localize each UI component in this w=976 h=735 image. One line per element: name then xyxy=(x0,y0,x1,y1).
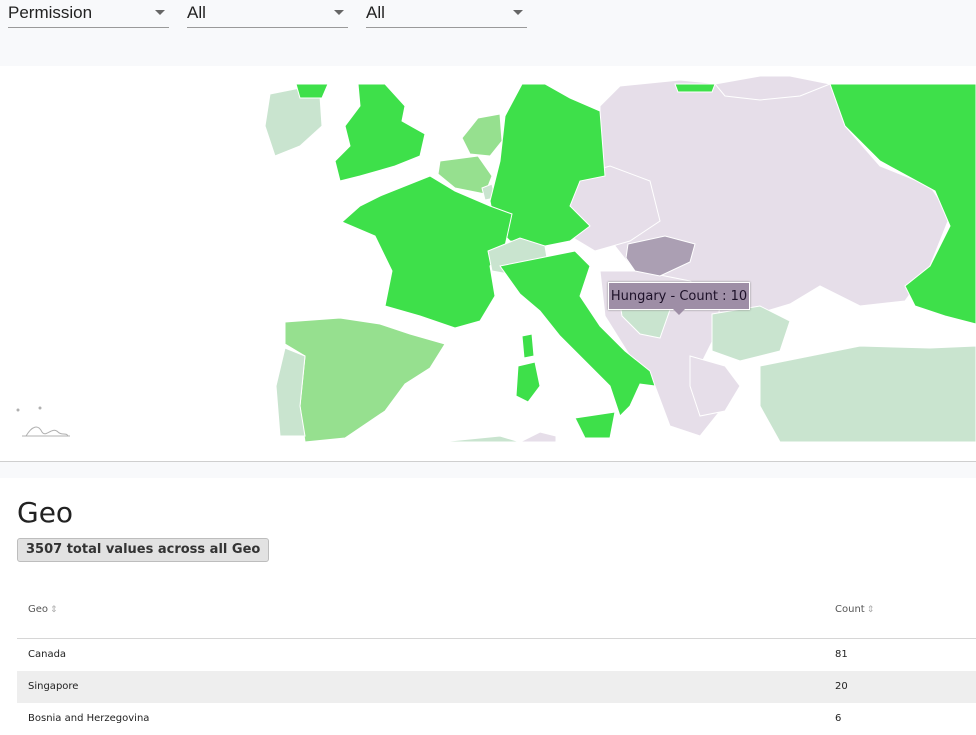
permission-select[interactable]: Permission xyxy=(8,0,169,28)
map-scale-icon xyxy=(16,406,70,437)
country-uk-north-tip[interactable] xyxy=(295,83,329,99)
sort-icon: ⇕ xyxy=(50,605,58,615)
country-turkey[interactable] xyxy=(759,345,976,443)
europe-map xyxy=(16,75,976,443)
filter-select-3[interactable]: All xyxy=(366,0,527,28)
filter-select-3-value: All xyxy=(366,3,385,22)
country-netherlands[interactable] xyxy=(461,113,503,157)
cell-count: 6 xyxy=(835,713,842,724)
country-scandinavia[interactable] xyxy=(674,83,716,93)
country-bulgaria[interactable] xyxy=(711,305,791,362)
permission-select-value: Permission xyxy=(8,3,93,22)
table-header: Geo ⇕ Count ⇕ xyxy=(17,592,976,639)
cell-count: 81 xyxy=(835,649,848,660)
total-values-badge: 3507 total values across all Geo xyxy=(17,538,270,562)
cell-count: 20 xyxy=(835,681,848,692)
geo-table: Geo ⇕ Count ⇕ Canada 81 Singapore 20 Bosni… xyxy=(17,592,976,735)
choropleth-map: Hungary - Count : 10 xyxy=(0,66,976,462)
country-uk[interactable] xyxy=(334,83,426,182)
cell-geo: Canada xyxy=(28,649,67,660)
column-header-geo-label: Geo xyxy=(28,604,49,615)
column-header-count-label: Count xyxy=(835,604,865,615)
sort-icon: ⇕ xyxy=(866,605,875,615)
country-italy-sardinia[interactable] xyxy=(515,361,541,403)
chevron-down-icon xyxy=(155,10,165,15)
column-header-geo[interactable]: Geo ⇕ xyxy=(28,604,58,615)
filter-select-2-value: All xyxy=(187,3,206,22)
section-divider xyxy=(0,462,976,478)
country-north-africa[interactable] xyxy=(439,435,521,443)
table-row[interactable]: Singapore 20 xyxy=(17,671,976,703)
table-row[interactable]: Bosnia and Herzegovina 6 xyxy=(17,703,976,735)
table-row[interactable]: Canada 81 xyxy=(17,639,976,671)
section-title: Geo xyxy=(17,496,74,529)
column-header-count[interactable]: Count ⇕ xyxy=(835,604,874,615)
country-portugal[interactable] xyxy=(275,347,306,437)
country-north-africa-2[interactable] xyxy=(519,431,557,443)
chevron-down-icon xyxy=(334,10,344,15)
cell-geo: Bosnia and Herzegovina xyxy=(28,713,150,724)
cell-geo: Singapore xyxy=(28,681,79,692)
filter-bar: Permission All All xyxy=(0,0,976,66)
country-france-corsica[interactable] xyxy=(521,333,535,359)
map-tooltip: Hungary - Count : 10 xyxy=(608,282,750,315)
country-spain[interactable] xyxy=(284,317,446,443)
country-italy-sicily[interactable] xyxy=(574,411,616,439)
chevron-down-icon xyxy=(513,10,523,15)
country-greece[interactable] xyxy=(689,355,741,417)
filter-select-2[interactable]: All xyxy=(187,0,348,28)
